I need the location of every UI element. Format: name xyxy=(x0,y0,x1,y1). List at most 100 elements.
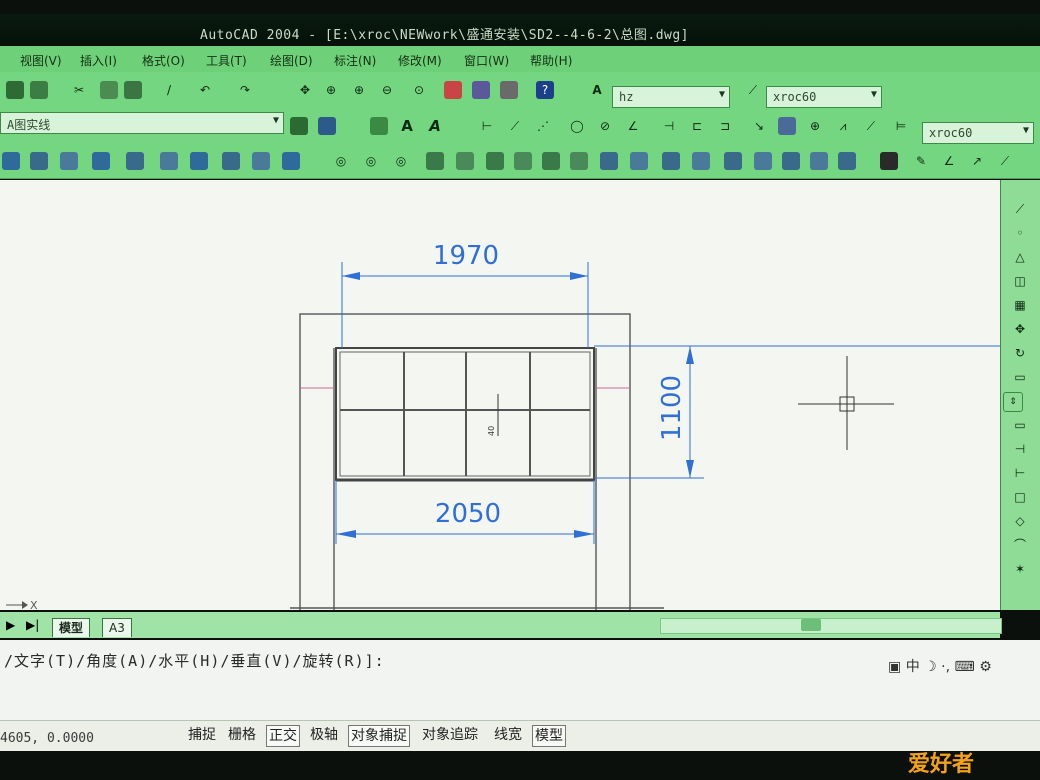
diameter-dim-icon[interactable]: ⊘ xyxy=(596,117,614,135)
erase-icon[interactable]: ⟋ xyxy=(1011,200,1029,218)
rotate-faces-icon[interactable] xyxy=(542,152,560,170)
menu-format[interactable]: 格式(O) xyxy=(142,52,185,69)
chamfer-icon[interactable]: ◇ xyxy=(1011,512,1029,530)
tab-model[interactable]: 模型 xyxy=(52,618,91,637)
copy-edges-icon[interactable] xyxy=(662,152,680,170)
menu-help[interactable]: 帮助(H) xyxy=(530,52,572,69)
trim-icon[interactable]: ⊣ xyxy=(1011,440,1029,458)
stretch-icon[interactable]: ▭ xyxy=(1011,416,1029,434)
tolerance-icon[interactable] xyxy=(778,117,796,135)
aligned-dim-icon[interactable]: ⟋ xyxy=(506,117,524,135)
punctuation-icon[interactable]: ·, xyxy=(941,659,950,675)
extend-icon[interactable]: ⊢ xyxy=(1011,464,1029,482)
union-icon[interactable]: ◎ xyxy=(332,152,350,170)
zoom-previous-icon[interactable]: ⊖ xyxy=(378,81,396,99)
menu-dimension[interactable]: 标注(N) xyxy=(334,52,376,69)
slice-icon[interactable] xyxy=(252,152,270,170)
text-style-icon[interactable]: A xyxy=(588,81,606,99)
status-ortho[interactable]: 正交 xyxy=(266,725,300,747)
redo-icon[interactable]: ↷ xyxy=(236,81,254,99)
extrude-faces-icon[interactable] xyxy=(426,152,444,170)
menu-view[interactable]: 视图(V) xyxy=(20,52,62,69)
status-otrack[interactable]: 对象追踪 xyxy=(420,725,480,745)
status-osnap[interactable]: 对象捕捉 xyxy=(348,725,410,747)
cylinder-icon[interactable] xyxy=(60,152,78,170)
polyline-edit-icon[interactable]: ∠ xyxy=(940,152,958,170)
pan-icon[interactable]: ✥ xyxy=(296,81,314,99)
layer-previous-icon[interactable] xyxy=(318,117,336,135)
zoom-extents-icon[interactable]: ⊙ xyxy=(410,81,428,99)
tab-a3[interactable]: A3 xyxy=(102,618,132,637)
color-faces-icon[interactable] xyxy=(630,152,648,170)
copy-icon[interactable] xyxy=(100,81,118,99)
layer-select[interactable]: A图实线 ▼ xyxy=(0,112,284,134)
paste-icon[interactable] xyxy=(124,81,142,99)
array-icon[interactable]: ▦ xyxy=(1011,296,1029,314)
wedge-icon[interactable] xyxy=(126,152,144,170)
properties-icon[interactable] xyxy=(444,81,462,99)
torus-icon[interactable] xyxy=(160,152,178,170)
cut-icon[interactable]: ✂ xyxy=(70,81,88,99)
radius-dim-icon[interactable]: ◯ xyxy=(568,117,586,135)
zoom-realtime-icon[interactable]: ⊕ xyxy=(322,81,340,99)
section-icon[interactable] xyxy=(282,152,300,170)
moon-icon[interactable]: ☽ xyxy=(924,659,937,675)
draw-order-icon[interactable] xyxy=(880,152,898,170)
text-style-select[interactable]: hz ▼ xyxy=(612,86,730,108)
menu-insert[interactable]: 插入(I) xyxy=(80,52,117,69)
color-icon[interactable] xyxy=(370,117,388,135)
center-mark-icon[interactable]: ⊕ xyxy=(806,117,824,135)
check-icon[interactable] xyxy=(838,152,856,170)
spline-edit-icon[interactable]: ↗ xyxy=(968,152,986,170)
dim-update-icon[interactable]: ⊨ xyxy=(892,117,910,135)
leader-icon[interactable]: ↘ xyxy=(750,117,768,135)
copy-object-icon[interactable]: ◦ xyxy=(1011,224,1029,242)
scale-icon[interactable]: ▭ xyxy=(1011,368,1029,386)
linear-dim-icon[interactable]: ⊢ xyxy=(478,117,496,135)
status-polar[interactable]: 极轴 xyxy=(308,725,340,745)
status-lineweight[interactable]: 线宽 xyxy=(492,725,524,745)
intersect-icon[interactable]: ◎ xyxy=(392,152,410,170)
new-icon[interactable] xyxy=(6,81,24,99)
keyboard-icon[interactable]: ⌨ xyxy=(955,659,975,675)
ime-mode-icon[interactable]: ▣ xyxy=(888,659,901,675)
offset-icon[interactable]: ◫ xyxy=(1011,272,1029,290)
subtract-icon[interactable]: ◎ xyxy=(362,152,380,170)
edit-icon[interactable]: ✎ xyxy=(912,152,930,170)
ime-language[interactable]: 中 xyxy=(906,659,920,675)
open-icon[interactable] xyxy=(30,81,48,99)
design-center-icon[interactable] xyxy=(472,81,490,99)
angular-dim-icon[interactable]: ∠ xyxy=(624,117,642,135)
continue-dim-icon[interactable]: ⊐ xyxy=(716,117,734,135)
separate-icon[interactable] xyxy=(782,152,800,170)
layer-manager-icon[interactable] xyxy=(290,117,308,135)
copy-faces-icon[interactable] xyxy=(600,152,618,170)
baseline-dim-icon[interactable]: ⊏ xyxy=(688,117,706,135)
move-faces-icon[interactable] xyxy=(456,152,474,170)
imprint-icon[interactable] xyxy=(724,152,742,170)
tool-palette-icon[interactable] xyxy=(500,81,518,99)
explode-icon[interactable]: ✶ xyxy=(1011,560,1029,578)
ordinate-dim-icon[interactable]: ⋰ xyxy=(534,117,552,135)
taper-faces-icon[interactable] xyxy=(570,152,588,170)
fillet-icon[interactable]: ⌒ xyxy=(1011,536,1029,554)
clean-icon[interactable] xyxy=(754,152,772,170)
cone-icon[interactable] xyxy=(92,152,110,170)
mtext-icon[interactable]: A xyxy=(398,117,416,135)
dim-edit-icon[interactable]: ⩘ xyxy=(834,117,852,135)
tab-next-icon[interactable]: ▶ xyxy=(6,618,15,632)
status-snap[interactable]: 捕捉 xyxy=(186,725,218,745)
status-grid[interactable]: 栅格 xyxy=(226,725,258,745)
attribute-edit-icon[interactable]: ⟋ xyxy=(996,152,1014,170)
color-edges-icon[interactable] xyxy=(692,152,710,170)
quick-dim-icon[interactable]: ⊣ xyxy=(660,117,678,135)
drawing-canvas[interactable]: 40 1970 2050 1100 X xyxy=(0,180,1000,610)
matchprop-icon[interactable]: / xyxy=(160,81,178,99)
sphere-icon[interactable] xyxy=(30,152,48,170)
status-model[interactable]: 模型 xyxy=(532,725,566,747)
offset-faces-icon[interactable] xyxy=(486,152,504,170)
undo-icon[interactable]: ↶ xyxy=(196,81,214,99)
menu-window[interactable]: 窗口(W) xyxy=(464,52,509,69)
move-icon[interactable]: ✥ xyxy=(1011,320,1029,338)
shell-icon[interactable] xyxy=(810,152,828,170)
